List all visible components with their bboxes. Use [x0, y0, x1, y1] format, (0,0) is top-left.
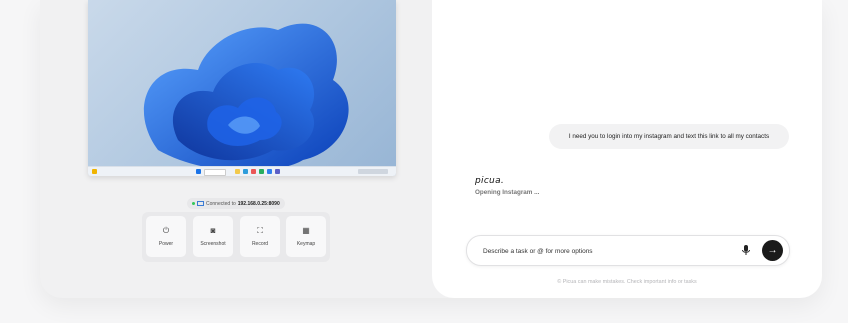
- taskbar: [88, 166, 396, 176]
- device-controls: ⏻ Power ◙ Screenshot ⛶ Record ▦ Keymap: [142, 212, 330, 262]
- connection-ip: 192.168.0.25:8090: [237, 200, 280, 207]
- mail-icon[interactable]: [267, 169, 272, 174]
- connection-status: Connected to 192.168.0.25:8090: [187, 198, 285, 209]
- assistant-logo: picua.: [475, 176, 505, 186]
- tray-icons[interactable]: [358, 169, 388, 174]
- camera-icon: ◙: [210, 225, 216, 235]
- connection-prefix: Connected to: [206, 200, 236, 207]
- keymap-label: Keymap: [296, 240, 316, 247]
- start-icon[interactable]: [196, 169, 201, 174]
- user-message-bubble: I need you to login into my instagram an…: [549, 124, 789, 149]
- power-icon: ⏻: [162, 225, 170, 235]
- composer: →: [466, 235, 790, 266]
- remote-desktop-view[interactable]: [88, 0, 396, 176]
- screenshot-button[interactable]: ◙ Screenshot: [193, 216, 233, 257]
- teams-icon[interactable]: [275, 169, 280, 174]
- task-input[interactable]: [481, 243, 725, 259]
- connected-dot-icon: [192, 202, 195, 205]
- screenshot-label: Screenshot: [200, 240, 226, 247]
- chrome-icon[interactable]: [251, 169, 256, 174]
- arrow-right-icon: →: [767, 245, 778, 256]
- microphone-icon[interactable]: [740, 244, 752, 256]
- assistant-status: Opening Instagram ...: [475, 189, 540, 196]
- record-label: Record: [251, 240, 269, 247]
- keymap-icon: ▦: [302, 225, 310, 235]
- file-explorer-icon[interactable]: [235, 169, 240, 174]
- power-button[interactable]: ⏻ Power: [146, 216, 186, 257]
- edge-icon[interactable]: [243, 169, 248, 174]
- user-message-text: I need you to login into my instagram an…: [568, 133, 770, 140]
- disclaimer: © Picua can make mistakes. Check importa…: [557, 279, 697, 285]
- weather-icon[interactable]: [92, 169, 97, 174]
- monitor-icon: [197, 201, 204, 206]
- search-box-icon[interactable]: [204, 169, 226, 176]
- send-button[interactable]: →: [762, 240, 783, 261]
- power-label: Power: [158, 240, 174, 247]
- keymap-button[interactable]: ▦ Keymap: [286, 216, 326, 257]
- record-button[interactable]: ⛶ Record: [240, 216, 280, 257]
- record-icon: ⛶: [257, 225, 263, 235]
- bloom-wallpaper: [143, 23, 349, 172]
- store-icon[interactable]: [259, 169, 264, 174]
